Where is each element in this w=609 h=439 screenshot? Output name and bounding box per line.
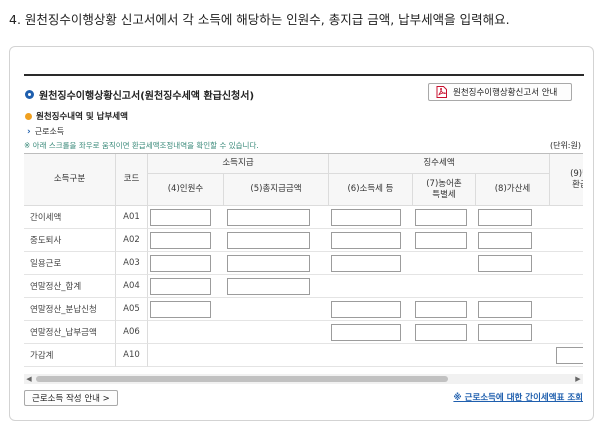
input-income-tax[interactable] bbox=[331, 209, 401, 226]
col-header-type: 소득구분 bbox=[24, 154, 116, 206]
section-title: 원천징수내역 및 납부세액 bbox=[25, 110, 128, 122]
input-income-tax[interactable] bbox=[331, 324, 401, 341]
col-header-code: 코드 bbox=[116, 154, 148, 206]
col-header-partial-refund: (9)당 환급 bbox=[550, 154, 583, 206]
input-income-tax[interactable] bbox=[331, 301, 401, 318]
input-total[interactable] bbox=[227, 232, 310, 249]
input-people[interactable] bbox=[150, 301, 211, 318]
unit-label: (단위:원) bbox=[549, 141, 581, 150]
sub-item-earned-income: › 근로소득 bbox=[27, 126, 64, 137]
col-header-penalty: (8)가산세 bbox=[476, 174, 550, 206]
table-row bbox=[148, 344, 583, 367]
input-farm-tax[interactable] bbox=[415, 301, 467, 318]
form-title-text: 원천징수이행상황신고서(원천징수세액 환급신청서) bbox=[39, 91, 255, 102]
row-code: A10 bbox=[116, 344, 148, 367]
input-penalty[interactable] bbox=[478, 255, 532, 272]
sub-item-label: 근로소득 bbox=[34, 127, 65, 136]
section-title-text: 원천징수내역 및 납부세액 bbox=[36, 112, 128, 122]
input-farm-tax[interactable] bbox=[415, 324, 467, 341]
row-code: A05 bbox=[116, 298, 148, 321]
chevron-right-icon: › bbox=[27, 126, 31, 137]
input-people[interactable] bbox=[150, 255, 211, 272]
row-label: 연말정산_합계 bbox=[24, 275, 116, 298]
report-guide-button[interactable]: 원천징수이행상황신고서 안내 bbox=[428, 83, 572, 101]
input-total[interactable] bbox=[227, 209, 310, 226]
row-label: 연말정산_납부금액 bbox=[24, 321, 116, 344]
row-label: 간이세액 bbox=[24, 206, 116, 229]
input-farm-tax[interactable] bbox=[415, 232, 467, 249]
divider bbox=[24, 74, 584, 76]
simplified-tax-table-link[interactable]: ※ 근로소득에 대한 간이세액표 조회 bbox=[453, 391, 583, 403]
horizontal-scrollbar[interactable]: ◀ ▶ bbox=[24, 374, 583, 384]
pdf-icon bbox=[436, 86, 447, 98]
form-title: 원천징수이행상황신고서(원천징수세액 환급신청서) bbox=[25, 87, 254, 102]
scrollbar-thumb[interactable] bbox=[36, 376, 448, 382]
input-penalty[interactable] bbox=[478, 209, 532, 226]
row-label: 일용근로 bbox=[24, 252, 116, 275]
row-code: A01 bbox=[116, 206, 148, 229]
input-total[interactable] bbox=[227, 255, 310, 272]
input-penalty[interactable] bbox=[478, 232, 532, 249]
input-income-tax[interactable] bbox=[331, 255, 401, 272]
row-label: 중도퇴사 bbox=[24, 229, 116, 252]
col-header-total: (5)총지급금액 bbox=[224, 174, 329, 206]
input-total[interactable] bbox=[227, 278, 310, 295]
row-code: A04 bbox=[116, 275, 148, 298]
table-row bbox=[148, 275, 583, 298]
input-penalty[interactable] bbox=[478, 301, 532, 318]
bullet-icon bbox=[25, 112, 32, 120]
bullet-icon bbox=[25, 90, 34, 99]
row-code: A03 bbox=[116, 252, 148, 275]
earned-income-guide-button[interactable]: 근로소득 작성 안내 > bbox=[24, 390, 118, 406]
row-label: 연말정산_분납신청 bbox=[24, 298, 116, 321]
scroll-left-icon[interactable]: ◀ bbox=[24, 374, 34, 384]
income-table: 소득구분 코드 소득지급 징수세액 (4)인원수 (5)총지급금액 (6)소득세… bbox=[24, 153, 583, 379]
row-label: 가감계 bbox=[24, 344, 116, 367]
scroll-right-icon[interactable]: ▶ bbox=[573, 374, 583, 384]
row-code: A02 bbox=[116, 229, 148, 252]
input-partial-refund[interactable] bbox=[556, 347, 583, 364]
input-people[interactable] bbox=[150, 209, 211, 226]
col-header-people: (4)인원수 bbox=[148, 174, 224, 206]
group-header-income: 소득지급 bbox=[148, 154, 329, 174]
report-guide-label: 원천징수이행상황신고서 안내 bbox=[453, 88, 558, 98]
col-header-income-tax: (6)소득세 등 bbox=[329, 174, 413, 206]
input-people[interactable] bbox=[150, 278, 211, 295]
input-people[interactable] bbox=[150, 232, 211, 249]
input-farm-tax[interactable] bbox=[415, 209, 467, 226]
input-penalty[interactable] bbox=[478, 324, 532, 341]
row-code: A06 bbox=[116, 321, 148, 344]
withholding-report-panel: 원천징수이행상황신고서(원천징수세액 환급신청서) 원천징수이행상황신고서 안내… bbox=[9, 46, 594, 421]
instruction-text: 4. 원천징수이행상황 신고서에서 각 소득에 해당하는 인원수, 총지급 금액… bbox=[9, 12, 510, 27]
scroll-note: ※ 아래 스크롤을 좌우로 움직이면 환급세액조정내역을 확인할 수 있습니다. bbox=[24, 141, 259, 150]
group-header-tax: 징수세액 bbox=[329, 154, 550, 174]
input-income-tax[interactable] bbox=[331, 232, 401, 249]
col-header-farm-tax: (7)농어촌 특별세 bbox=[413, 174, 476, 206]
